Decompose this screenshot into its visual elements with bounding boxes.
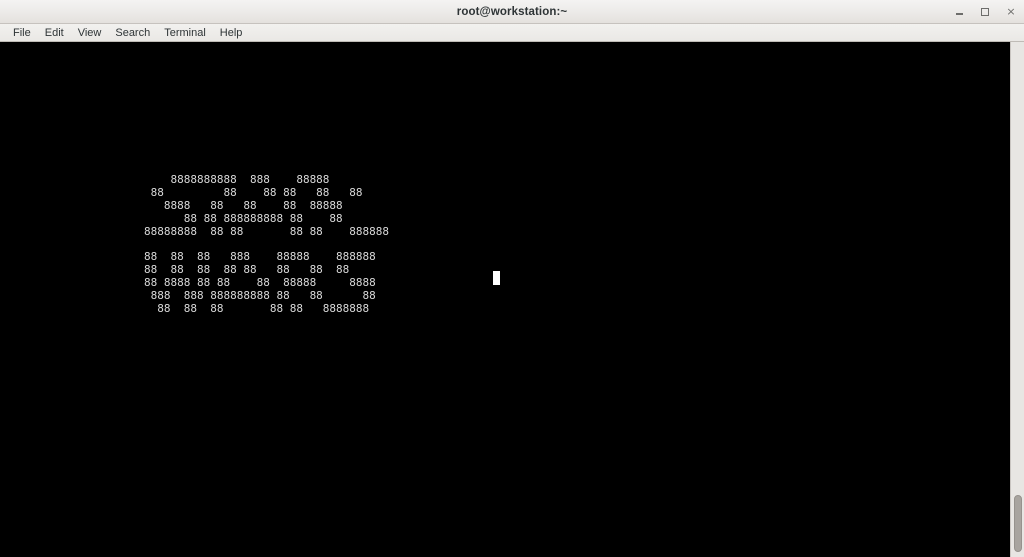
- menu-item-view[interactable]: View: [71, 26, 109, 40]
- banner-line: 8888888888 888 88888: [144, 173, 330, 186]
- banner-line: 88 88 888888888 88 88: [144, 211, 343, 225]
- banner-line: 888 888 888888888 88 88 88: [144, 289, 376, 303]
- window-controls: ×: [952, 0, 1018, 23]
- menu-item-help[interactable]: Help: [213, 26, 250, 40]
- maximize-button[interactable]: [978, 5, 992, 19]
- menu-item-file[interactable]: File: [6, 26, 38, 40]
- menu-item-search[interactable]: Search: [108, 26, 157, 40]
- menu-item-edit[interactable]: Edit: [38, 26, 71, 40]
- scrollbar-thumb[interactable]: [1014, 495, 1022, 552]
- banner-line: 8888 88 88 88 88888: [144, 198, 343, 212]
- window-title: root@workstation:~: [456, 5, 568, 18]
- minimize-button[interactable]: [952, 5, 966, 19]
- terminal-cursor: [493, 271, 500, 285]
- terminal-screen[interactable]: 8888888888 888 88888 88 88 88 88 88 88 8…: [0, 42, 1010, 557]
- banner-line: 88 88 88 88 88 8888888: [144, 301, 370, 315]
- close-icon: ×: [1006, 5, 1016, 18]
- title-bar[interactable]: root@workstation:~ ×: [0, 0, 1024, 24]
- menu-bar: File Edit View Search Terminal Help: [0, 24, 1024, 42]
- menu-item-terminal[interactable]: Terminal: [157, 26, 213, 40]
- maximize-icon: [981, 7, 989, 16]
- banner-line: 88 88 88 88 88 88: [144, 185, 363, 199]
- terminal-scrollbar[interactable]: [1010, 42, 1024, 557]
- banner-line: 88888888 88 88 88 88 888888: [144, 224, 390, 238]
- terminal-window: root@workstation:~ × File Edit View Sear…: [0, 0, 1024, 557]
- terminal-body: 8888888888 888 88888 88 88 88 88 88 88 8…: [0, 42, 1024, 557]
- minimize-icon: [955, 13, 963, 15]
- close-button[interactable]: ×: [1004, 5, 1018, 19]
- terminal-banner-art: 8888888888 888 88888 88 88 88 88 88 88 8…: [144, 173, 390, 316]
